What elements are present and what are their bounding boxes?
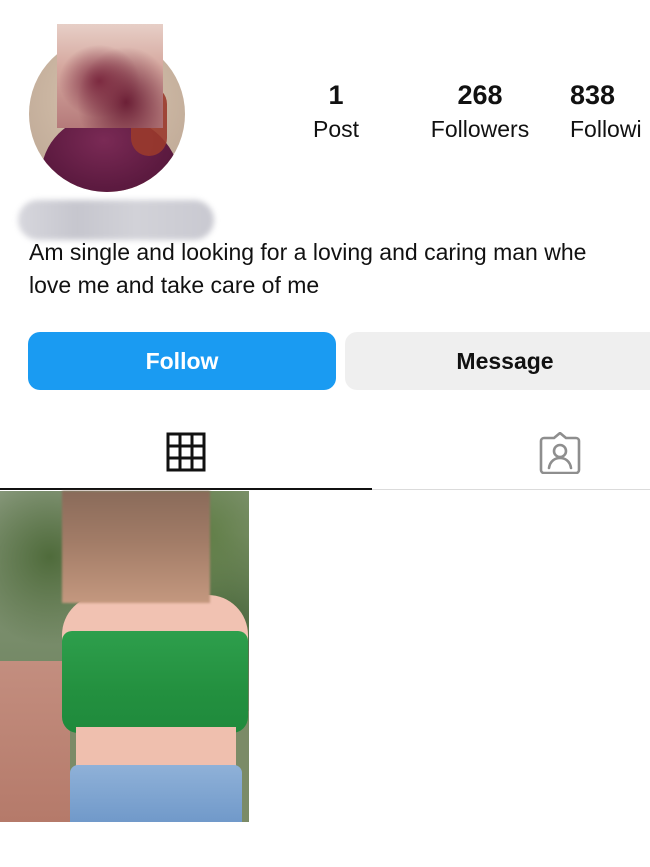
followers-count-label: Followers bbox=[430, 116, 530, 142]
follow-button[interactable]: Follow bbox=[28, 332, 336, 390]
following-count[interactable]: 838 Followi bbox=[566, 80, 650, 144]
posts-count-value: 1 bbox=[328, 80, 344, 110]
tab-divider bbox=[372, 489, 650, 490]
posts-count-label: Post bbox=[312, 116, 360, 142]
post-green-top bbox=[62, 631, 248, 733]
active-tab-underline bbox=[0, 488, 372, 490]
tagged-person-icon[interactable] bbox=[538, 431, 582, 475]
post-jeans bbox=[70, 765, 242, 822]
followers-count-value: 268 bbox=[457, 80, 503, 110]
tagged-person-icon-svg bbox=[539, 431, 581, 475]
profile-bio: Am single and looking for a loving and c… bbox=[29, 239, 587, 298]
following-count-value: 838 bbox=[570, 80, 616, 110]
following-count-label: Followi bbox=[570, 116, 642, 142]
grid-icon[interactable] bbox=[166, 432, 206, 472]
avatar-face-blur bbox=[57, 24, 163, 128]
message-button[interactable]: Message bbox=[345, 332, 650, 390]
followers-count[interactable]: 268 Followers bbox=[412, 80, 548, 144]
post-face-blur bbox=[62, 491, 210, 603]
grid-icon-svg bbox=[166, 432, 206, 472]
display-name-blurred bbox=[18, 200, 214, 240]
posts-count[interactable]: 1 Post bbox=[290, 80, 382, 144]
post-wall bbox=[0, 661, 70, 822]
